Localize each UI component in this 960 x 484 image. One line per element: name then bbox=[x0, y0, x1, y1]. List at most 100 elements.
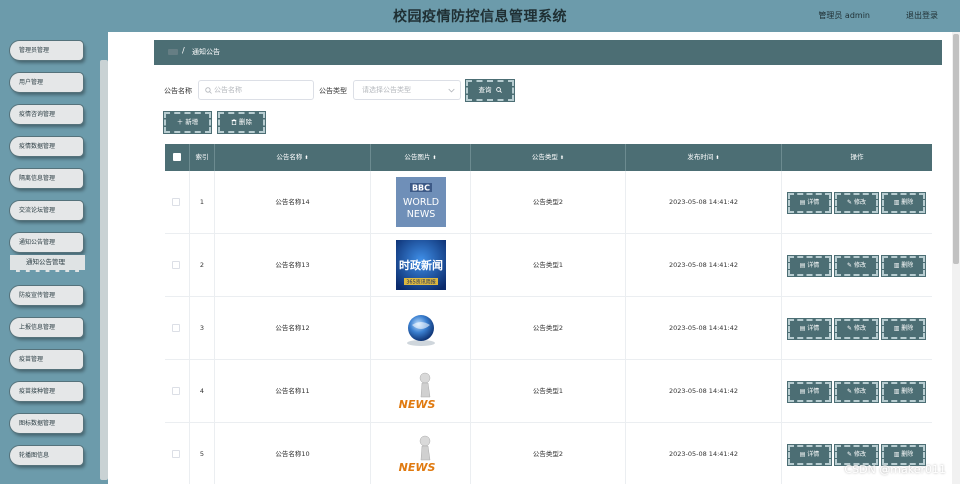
sidebar-item-users[interactable]: 用户管理 bbox=[10, 73, 83, 92]
header-image[interactable]: 公告图片 ⬍ bbox=[371, 144, 471, 171]
sidebar-item-vaccine[interactable]: 疫苗管理 bbox=[10, 350, 83, 369]
svg-text:NEWS: NEWS bbox=[399, 461, 436, 474]
header-select-all-cell bbox=[165, 144, 190, 171]
sidebar-item-epidemic-data[interactable]: 疫情数据管理 bbox=[10, 137, 83, 156]
system-title: 校园疫情防控信息管理系统 bbox=[393, 9, 567, 25]
sidebar-item-forum[interactable]: 交流论坛管理 bbox=[10, 201, 83, 220]
edit-label: 修改 bbox=[853, 451, 866, 458]
document-icon: ▤ bbox=[799, 388, 806, 395]
row-checkbox[interactable] bbox=[172, 387, 180, 395]
header-image-label: 公告图片 bbox=[404, 153, 431, 161]
row-name: 公告名称14 bbox=[215, 171, 371, 234]
logout-link[interactable]: 退出登录 bbox=[906, 10, 938, 21]
row-time: 2023-05-08 14:41:42 bbox=[626, 234, 782, 297]
trash-icon: ▥ bbox=[893, 325, 900, 332]
table-row: 3 公告名称12 公告类型2 2023-05-08 14:41:42 ▤ 详情 … bbox=[165, 297, 932, 360]
sidebar-item-chart-data[interactable]: 图标数据管理 bbox=[10, 414, 83, 433]
type-filter-select[interactable]: 请选择公告类型 bbox=[353, 80, 461, 100]
row-time: 2023-05-08 14:41:42 bbox=[626, 171, 782, 234]
row-name: 公告名称13 bbox=[215, 234, 371, 297]
row-type: 公告类型2 bbox=[471, 171, 626, 234]
sidebar-item-consult[interactable]: 疫情咨询管理 bbox=[10, 105, 83, 124]
row-select-cell bbox=[165, 423, 190, 484]
header-type[interactable]: 公告类型 ⬍ bbox=[471, 144, 626, 171]
page-scrollbar[interactable] bbox=[952, 32, 960, 484]
edit-button[interactable]: ✎ 修改 bbox=[835, 445, 878, 465]
page-scrollbar-thumb[interactable] bbox=[953, 34, 959, 264]
edit-button[interactable]: ✎ 修改 bbox=[835, 193, 878, 213]
edit-icon: ✎ bbox=[847, 262, 853, 269]
chevron-down-icon bbox=[448, 88, 455, 93]
row-type: 公告类型1 bbox=[471, 360, 626, 423]
detail-button[interactable]: ▤ 详情 bbox=[788, 382, 831, 402]
sidebar-item-vaccination[interactable]: 疫苗接种管理 bbox=[10, 382, 83, 401]
edit-button[interactable]: ✎ 修改 bbox=[835, 256, 878, 276]
delete-button[interactable]: ▥ 删除 bbox=[882, 256, 925, 276]
edit-button[interactable]: ✎ 修改 bbox=[835, 319, 878, 339]
detail-label: 详情 bbox=[807, 388, 820, 395]
delete-button[interactable]: ▥ 删除 bbox=[882, 382, 925, 402]
row-select-cell bbox=[165, 171, 190, 234]
svg-text:时政新闻: 时政新闻 bbox=[399, 258, 443, 272]
detail-button[interactable]: ▤ 详情 bbox=[788, 256, 831, 276]
edit-icon: ✎ bbox=[847, 199, 853, 206]
trash-icon: ▥ bbox=[893, 388, 900, 395]
delete-label: 删除 bbox=[901, 325, 914, 332]
home-icon[interactable] bbox=[168, 49, 178, 55]
row-type: 公告类型2 bbox=[471, 297, 626, 360]
delete-button[interactable]: ▥ 删除 bbox=[882, 445, 925, 465]
search-button-label: 查询 bbox=[478, 86, 492, 94]
trash-icon: ▥ bbox=[893, 451, 900, 458]
edit-label: 修改 bbox=[853, 325, 866, 332]
detail-button[interactable]: ▤ 详情 bbox=[788, 319, 831, 339]
delete-label: 删除 bbox=[901, 388, 914, 395]
table-row: 2 公告名称13 时政新闻 365资讯简报 公告类型1 2023-05-08 1… bbox=[165, 234, 932, 297]
trash-icon: ▥ bbox=[893, 262, 900, 269]
delete-label: 删除 bbox=[901, 199, 914, 206]
sidebar-item-notice[interactable]: 通知公告管理 bbox=[10, 233, 83, 252]
sidebar-item-propaganda[interactable]: 防疫宣传管理 bbox=[10, 286, 83, 305]
detail-button[interactable]: ▤ 详情 bbox=[788, 445, 831, 465]
detail-button[interactable]: ▤ 详情 bbox=[788, 193, 831, 213]
row-name: 公告名称10 bbox=[215, 423, 371, 484]
edit-icon: ✎ bbox=[847, 388, 853, 395]
row-index: 3 bbox=[190, 297, 215, 360]
trash-icon bbox=[231, 119, 237, 126]
row-actions: ▤ 详情 ✎ 修改 ▥ 删除 bbox=[782, 360, 932, 423]
batch-delete-button[interactable]: 删除 bbox=[218, 112, 265, 133]
delete-label: 删除 bbox=[901, 262, 914, 269]
current-user[interactable]: 管理员 admin bbox=[818, 10, 870, 21]
row-name: 公告名称12 bbox=[215, 297, 371, 360]
sidebar-scrollbar[interactable] bbox=[100, 60, 108, 480]
row-checkbox[interactable] bbox=[172, 261, 180, 269]
trash-icon: ▥ bbox=[893, 199, 900, 206]
row-checkbox[interactable] bbox=[172, 324, 180, 332]
figure-news-thumbnail: NEWS bbox=[399, 435, 436, 474]
delete-button[interactable]: ▥ 删除 bbox=[882, 193, 925, 213]
name-filter-input[interactable]: 公告名称 bbox=[198, 80, 314, 100]
search-button[interactable]: 查询 bbox=[466, 80, 514, 101]
row-time: 2023-05-08 14:41:42 bbox=[626, 297, 782, 360]
header-time-label: 发布时间 bbox=[687, 153, 714, 161]
header-name-label: 公告名称 bbox=[276, 153, 303, 161]
sidebar-subitem-notice-manage[interactable]: 通知公告管理 bbox=[10, 255, 85, 272]
document-icon: ▤ bbox=[799, 262, 806, 269]
add-button[interactable]: ＋ 新增 bbox=[164, 112, 211, 133]
row-image-cell: BBC WORLD NEWS bbox=[371, 171, 471, 234]
header-time[interactable]: 发布时间 ⬍ bbox=[626, 144, 782, 171]
row-checkbox[interactable] bbox=[172, 198, 180, 206]
row-checkbox[interactable] bbox=[172, 450, 180, 458]
sort-icon: ⬍ bbox=[559, 155, 565, 161]
sidebar-item-carousel[interactable]: 轮播图信息 bbox=[10, 446, 83, 465]
select-all-checkbox[interactable] bbox=[173, 153, 181, 161]
plus-icon: ＋ bbox=[176, 118, 184, 126]
sidebar-item-isolation[interactable]: 隔离信息管理 bbox=[10, 169, 83, 188]
delete-button[interactable]: ▥ 删除 bbox=[882, 319, 925, 339]
sidebar-item-admin[interactable]: 管理员管理 bbox=[10, 41, 83, 60]
row-index: 1 bbox=[190, 171, 215, 234]
edit-button[interactable]: ✎ 修改 bbox=[835, 382, 878, 402]
svg-text:WORLD: WORLD bbox=[403, 197, 439, 208]
header-name[interactable]: 公告名称 ⬍ bbox=[215, 144, 371, 171]
row-image-cell: NEWS bbox=[371, 360, 471, 423]
sidebar-item-report[interactable]: 上报信息管理 bbox=[10, 318, 83, 337]
